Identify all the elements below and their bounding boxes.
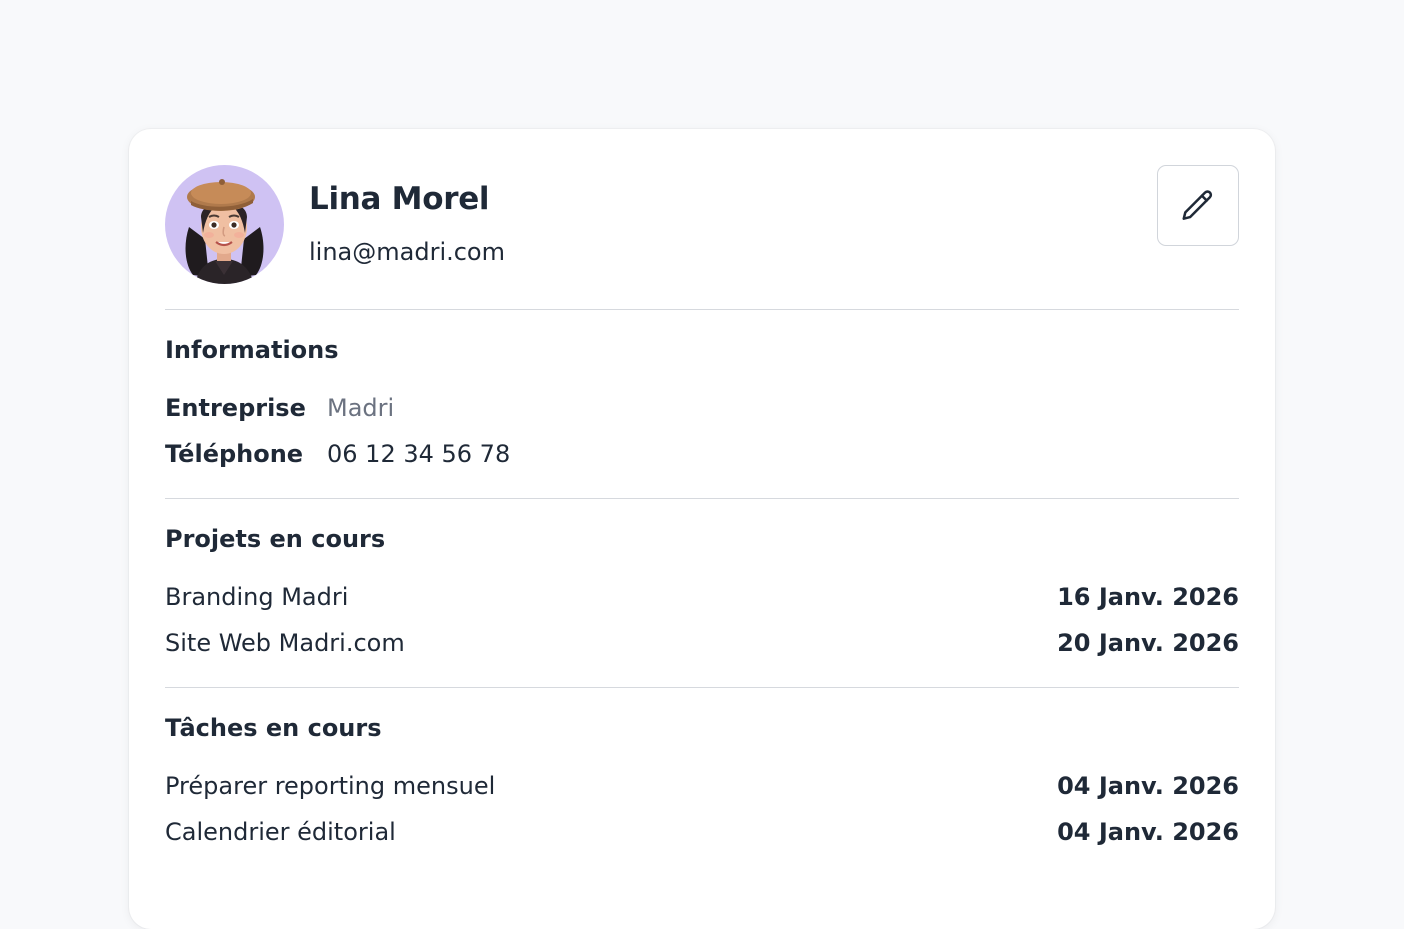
avatar-illustration xyxy=(185,179,264,284)
section-title-tasks: Tâches en cours xyxy=(165,714,382,742)
project-name: Site Web Madri.com xyxy=(165,629,405,657)
section-title-informations: Informations xyxy=(165,336,339,364)
info-value: 06 12 34 56 78 xyxy=(327,440,511,468)
section-title-projects: Projets en cours xyxy=(165,525,386,553)
task-date: 04 Janv. 2026 xyxy=(1057,818,1239,846)
task-row[interactable]: Calendrier éditorial 04 Janv. 2026 xyxy=(165,818,1239,852)
project-name: Branding Madri xyxy=(165,583,349,611)
profile-name: Lina Morel xyxy=(309,181,490,217)
profile-card: Lina Morel lina@madri.com Informations E… xyxy=(129,129,1275,929)
divider xyxy=(165,498,1239,499)
task-name: Calendrier éditorial xyxy=(165,818,396,846)
task-name: Préparer reporting mensuel xyxy=(165,772,496,800)
info-label: Téléphone xyxy=(165,440,304,468)
divider xyxy=(165,309,1239,310)
profile-email: lina@madri.com xyxy=(309,238,505,266)
pencil-icon xyxy=(1182,189,1213,220)
profile-header: Lina Morel lina@madri.com xyxy=(165,165,1239,285)
info-label: Entreprise xyxy=(165,394,306,422)
divider xyxy=(165,687,1239,688)
task-date: 04 Janv. 2026 xyxy=(1057,772,1239,800)
project-date: 20 Janv. 2026 xyxy=(1057,629,1239,657)
info-row-telephone: Téléphone 06 12 34 56 78 xyxy=(165,440,1239,474)
info-value: Madri xyxy=(327,394,395,422)
project-date: 16 Janv. 2026 xyxy=(1057,583,1239,611)
project-row[interactable]: Site Web Madri.com 20 Janv. 2026 xyxy=(165,629,1239,663)
info-row-entreprise: Entreprise Madri xyxy=(165,394,1239,428)
edit-profile-button[interactable] xyxy=(1157,165,1239,246)
project-row[interactable]: Branding Madri 16 Janv. 2026 xyxy=(165,583,1239,617)
task-row[interactable]: Préparer reporting mensuel 04 Janv. 2026 xyxy=(165,772,1239,806)
avatar xyxy=(165,165,284,284)
